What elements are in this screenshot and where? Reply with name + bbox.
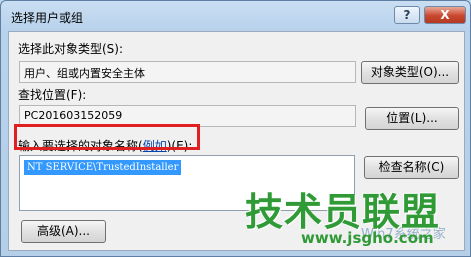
advanced-button[interactable]: 高级(A)... xyxy=(21,220,106,243)
dialog-title: 选择用户或组 xyxy=(11,11,84,25)
red-highlight-box xyxy=(14,124,200,150)
select-users-dialog: 选择用户或组 ? X 选择此对象类型(S): 用户、组或内置安全主体 对象类型(… xyxy=(0,0,471,257)
watermark-url: www.jsgho.com xyxy=(301,229,434,247)
locations-button[interactable]: 位置(L)... xyxy=(365,107,459,130)
watermark-logo: 技术员联盟 xyxy=(245,190,441,234)
help-button[interactable]: ? xyxy=(394,6,420,24)
object-type-field: 用户、组或内置安全主体 xyxy=(19,61,356,83)
check-names-button[interactable]: 检查名称(C) xyxy=(364,156,459,179)
location-label: 查找位置(F): xyxy=(18,88,87,102)
close-button[interactable]: X xyxy=(424,6,466,24)
object-names-text: NT SERVICE\TrustedInstaller xyxy=(24,160,182,175)
object-types-button[interactable]: 对象类型(O)... xyxy=(361,61,459,84)
object-type-label: 选择此对象类型(S): xyxy=(18,42,124,56)
